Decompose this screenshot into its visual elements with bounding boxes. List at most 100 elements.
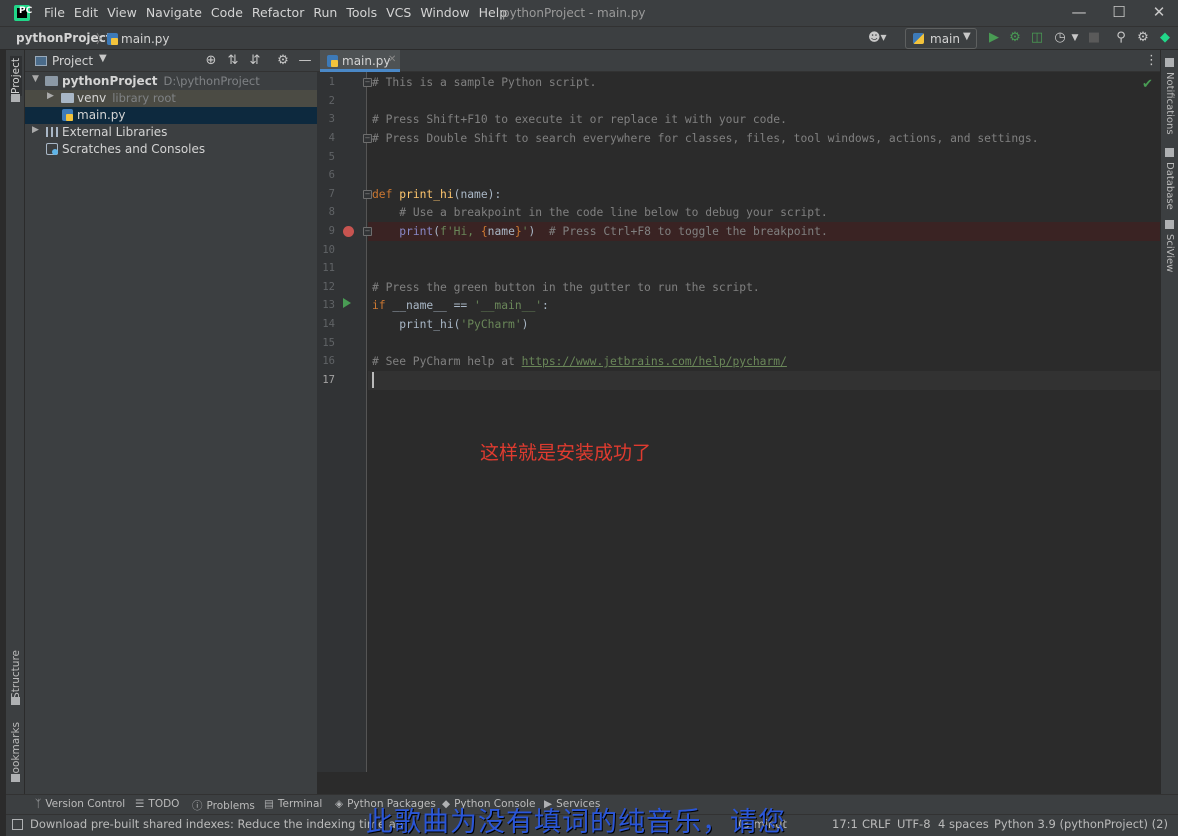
settings-gear-icon[interactable]: ⚙	[1135, 30, 1151, 46]
tool-tab-structure[interactable]: Structure	[10, 650, 22, 699]
main-menu: File Edit View Navigate Code Refactor Ru…	[44, 5, 516, 20]
menu-code[interactable]: Code	[211, 5, 243, 20]
code-editor[interactable]	[368, 72, 1160, 772]
code-line-1: # This is a sample Python script.	[372, 76, 596, 89]
tree-item-external-libraries[interactable]: ▶ External Libraries	[25, 124, 317, 141]
chevron-down-icon[interactable]: ▼	[32, 74, 39, 84]
format-brace: }	[514, 225, 522, 238]
tab-label: Terminal	[277, 798, 323, 810]
hide-panel-icon[interactable]: —	[297, 53, 313, 69]
user-account-icon[interactable]: ☻▾	[868, 30, 892, 48]
string: f'Hi,	[440, 225, 481, 238]
menu-tools[interactable]: Tools	[346, 5, 377, 20]
menu-view[interactable]: View	[107, 5, 137, 20]
locate-file-icon[interactable]: ⊕	[203, 53, 219, 69]
tool-tab-database[interactable]: Database	[1164, 162, 1175, 210]
chevron-down-icon[interactable]: ▼	[99, 53, 107, 64]
close-tab-icon[interactable]: ✕	[388, 54, 396, 65]
menu-vcs[interactable]: VCS	[386, 5, 411, 20]
tab-label: Problems	[206, 800, 255, 812]
run-gutter-icon[interactable]	[343, 298, 351, 308]
help-link[interactable]: https://www.jetbrains.com/help/pycharm/	[522, 355, 787, 368]
debug-icon[interactable]: ⚙	[1007, 30, 1023, 46]
code-line-16: # See PyCharm help at https://www.jetbra…	[372, 355, 787, 368]
keyword: if	[372, 299, 393, 312]
title-bar: PC File Edit View Navigate Code Refactor…	[0, 0, 1184, 26]
line-number: 16	[322, 355, 335, 367]
string: 'PyCharm'	[460, 318, 522, 331]
menu-file[interactable]: File	[44, 5, 65, 20]
video-subtitle-overlay: 此歌曲为没有填词的纯音乐，请您	[366, 807, 786, 836]
tree-item-scratches[interactable]: Scratches and Consoles	[25, 141, 317, 158]
collapse-all-icon[interactable]: ⇵	[247, 53, 263, 69]
fold-icon[interactable]: −	[363, 190, 372, 199]
python-interpreter[interactable]: Python 3.9 (pythonProject) (2)	[994, 817, 1168, 831]
caret-position[interactable]: 17:1	[832, 817, 858, 831]
terminal-icon: ▤	[264, 798, 274, 810]
run-icon[interactable]: ▶	[986, 30, 1002, 46]
tool-tab-notifications[interactable]: Notifications	[1164, 72, 1175, 135]
tab-label: TODO	[148, 798, 180, 810]
folder-icon	[45, 76, 58, 86]
line-number: 8	[328, 206, 335, 218]
background-window-edge	[1178, 0, 1184, 836]
chevron-right-icon[interactable]: ▶	[32, 125, 39, 135]
file-encoding[interactable]: UTF-8	[897, 817, 931, 831]
venv-note: library root	[112, 91, 176, 105]
editor-tab-main-py[interactable]: main.py ✕	[320, 50, 400, 72]
list-icon: ☰	[135, 798, 145, 810]
tree-item-project-root[interactable]: ▼ pythonProject D:\pythonProject	[25, 73, 317, 90]
indent-setting[interactable]: 4 spaces	[938, 817, 989, 831]
fold-end-icon[interactable]: −	[363, 227, 372, 236]
breadcrumb-file[interactable]: main.py	[121, 32, 170, 46]
more-run-options-icon[interactable]: ▼	[1067, 30, 1083, 46]
tool-windows-toggle-icon[interactable]	[12, 819, 23, 830]
more-options-icon[interactable]: ⋮	[1145, 53, 1158, 68]
no-problems-check-icon[interactable]: ✔	[1142, 77, 1153, 92]
tool-tab-sciview[interactable]: SciView	[1164, 234, 1175, 272]
close-button[interactable]: ✕	[1136, 0, 1182, 26]
info-icon: ⓘ	[192, 800, 203, 812]
menu-edit[interactable]: Edit	[74, 5, 98, 20]
sciview-icon	[1165, 220, 1174, 229]
stop-icon[interactable]: ■	[1086, 30, 1102, 46]
tree-item-venv[interactable]: ▶ venv library root	[25, 90, 317, 107]
code-text: __name__ ==	[392, 299, 475, 312]
tool-tab-terminal[interactable]: ▤ Terminal	[264, 798, 322, 810]
line-number: 4	[328, 132, 335, 144]
menu-window[interactable]: Window	[420, 5, 469, 20]
project-view-icon	[35, 56, 47, 66]
tool-tab-version-control[interactable]: ᛉ Version Control	[35, 798, 125, 810]
search-icon[interactable]: ⚲	[1113, 30, 1129, 46]
comment: # Press Ctrl+F8 to toggle the breakpoint…	[535, 225, 828, 238]
run-configuration-select[interactable]: main ▼	[905, 28, 977, 49]
menu-navigate[interactable]: Navigate	[146, 5, 202, 20]
menu-refactor[interactable]: Refactor	[252, 5, 304, 20]
tab-label: Version Control	[45, 798, 126, 810]
tree-item-main-py[interactable]: main.py	[25, 107, 317, 124]
line-number: 9	[328, 225, 335, 237]
breakpoint-icon[interactable]	[343, 226, 354, 237]
current-line-highlight	[368, 371, 1160, 390]
profile-icon[interactable]: ◷	[1052, 30, 1068, 46]
menu-run[interactable]: Run	[313, 5, 337, 20]
chevron-right-icon[interactable]: ▶	[47, 91, 54, 101]
fold-icon[interactable]: −	[363, 78, 372, 87]
line-separator[interactable]: CRLF	[862, 817, 891, 831]
code-text: )	[521, 318, 529, 331]
code-text: (name):	[453, 188, 502, 201]
tool-tab-todo[interactable]: ☰ TODO	[135, 798, 179, 810]
coverage-icon[interactable]: ◫	[1029, 30, 1045, 46]
fold-end-icon[interactable]: −	[363, 134, 372, 143]
tool-tab-bookmarks[interactable]: Bookmarks	[10, 722, 22, 781]
tool-tab-problems[interactable]: ⓘ Problems	[192, 798, 255, 813]
line-number: 10	[322, 244, 335, 256]
expand-all-icon[interactable]: ⇅	[225, 53, 241, 69]
folder-icon	[11, 94, 20, 102]
gear-icon[interactable]: ⚙	[275, 53, 291, 69]
tool-tab-project[interactable]: Project	[10, 56, 22, 96]
status-message[interactable]: Download pre-built shared indexes: Reduc…	[30, 817, 403, 831]
editor-tab-label: main.py	[342, 54, 391, 68]
project-panel-title[interactable]: Project	[52, 54, 93, 68]
jetbrains-toolbox-icon[interactable]: ◆	[1157, 30, 1173, 46]
